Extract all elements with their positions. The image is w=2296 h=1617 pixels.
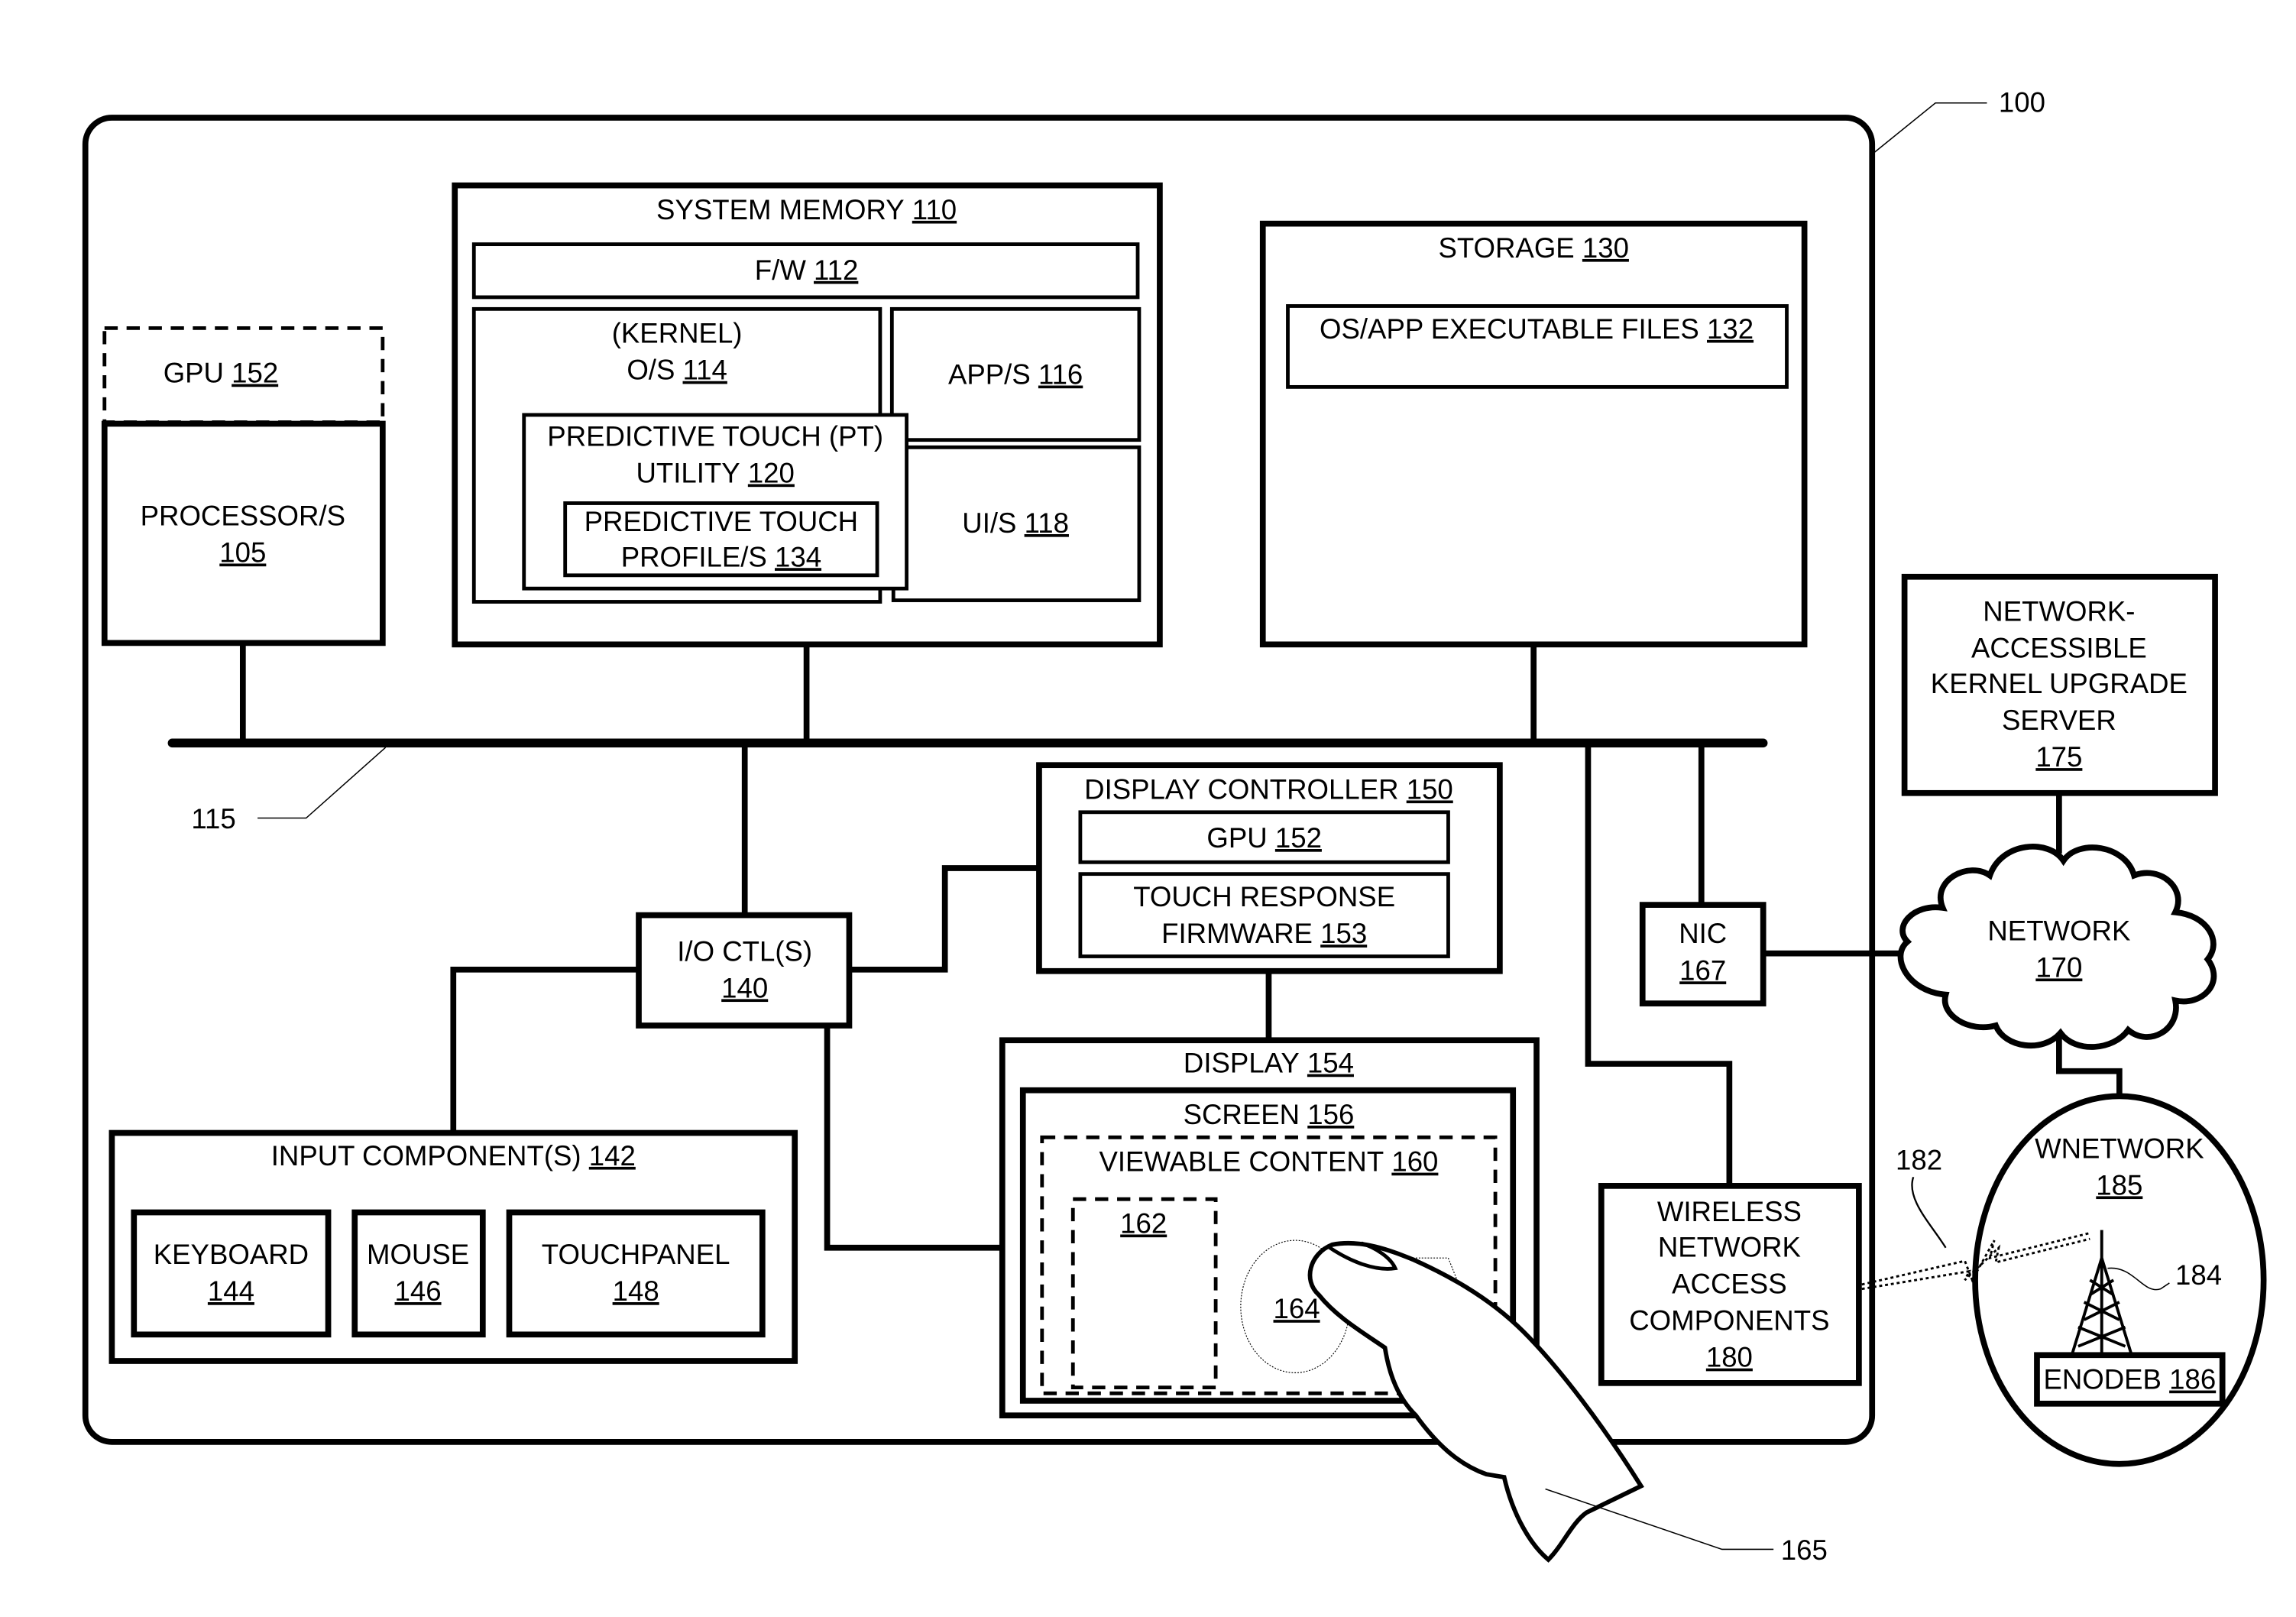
wireless-ref: 180 [1706, 1342, 1753, 1373]
wnetwork-label: WNETWORK [2035, 1133, 2204, 1164]
exec-files-label: OS/APP EXECUTABLE FILES 132 [1320, 313, 1754, 345]
server-line2: ACCESSIBLE [1971, 633, 2147, 664]
region-162-ref: 162 [1120, 1207, 1167, 1239]
network-cloud-icon [1897, 844, 2217, 1050]
bus-ref-label: 115 [191, 803, 235, 834]
apps-label: APP/S 116 [948, 359, 1083, 390]
server-line3: KERNEL UPGRADE [1931, 668, 2188, 699]
tower-ref-label: 184 [2175, 1259, 2222, 1291]
io-ctl-label: I/O CTL(S) [677, 935, 812, 967]
touchpanel-box [506, 1209, 766, 1338]
os-kernel-label: (KERNEL) [612, 318, 743, 349]
pt-profiles-line2: PROFILE/S 134 [621, 541, 821, 572]
os-label: O/S 114 [627, 355, 727, 386]
wireless-line4: COMPONENTS [1629, 1305, 1829, 1337]
server-line1: NETWORK- [1983, 596, 2135, 627]
touchpanel-ref: 148 [613, 1275, 659, 1307]
viewable-content-label: VIEWABLE CONTENT 160 [1099, 1146, 1438, 1178]
screen-label: SCREEN 156 [1184, 1099, 1355, 1130]
keyboard-label: KEYBOARD [154, 1239, 309, 1270]
gpu-top-label: GPU 152 [164, 358, 279, 389]
display-controller-label: DISPLAY CONTROLLER 150 [1084, 773, 1453, 805]
wireless-link-ref: 182 [1896, 1145, 1942, 1176]
pt-utility-line1: PREDICTIVE TOUCH (PT) [547, 420, 883, 452]
wireless-line1: WIRELESS [1657, 1196, 1802, 1227]
processor-label: PROCESSOR/S [141, 500, 345, 531]
nic-ref: 167 [1679, 954, 1726, 986]
mouse-box [351, 1209, 486, 1338]
firmware-label: F/W 112 [755, 254, 859, 286]
io-ctl-ref: 140 [721, 972, 768, 1003]
uis-label: UI/S 118 [962, 507, 1069, 539]
display-label: DISPLAY 154 [1184, 1048, 1354, 1079]
server-ref: 175 [2035, 741, 2082, 773]
server-line4: SERVER [2002, 705, 2116, 736]
network-label: NETWORK [1987, 915, 2130, 946]
pt-profiles-line1: PREDICTIVE TOUCH [585, 506, 858, 537]
wireless-line2: NETWORK [1658, 1231, 1801, 1262]
processor-box [101, 420, 386, 646]
device-ref-label: 100 [1999, 86, 2045, 118]
finger-ref-label: 165 [1781, 1534, 1828, 1566]
gpu-dc-label: GPU 152 [1206, 822, 1322, 854]
patent-figure-diagram: 100 115 GPU 152 PROCESSOR/S 105 SYSTEM M… [82, 86, 2267, 1566]
pt-utility-line2: UTILITY 120 [636, 458, 794, 489]
touchpanel-label: TOUCHPANEL [542, 1239, 730, 1270]
system-memory-label: SYSTEM MEMORY 110 [656, 194, 957, 225]
keyboard-box [131, 1209, 332, 1338]
mouse-label: MOUSE [367, 1239, 469, 1270]
processor-ref: 105 [219, 537, 266, 569]
input-components-label: INPUT COMPONENT(S) 142 [271, 1140, 636, 1171]
storage-label: STORAGE 130 [1438, 232, 1628, 264]
nic-label: NIC [1679, 918, 1727, 949]
device-leader-line [1873, 102, 1987, 154]
network-ref: 170 [2035, 951, 2082, 983]
wnetwork-ref: 185 [2096, 1169, 2142, 1201]
storage-box [1259, 220, 1808, 648]
region-164-ref: 164 [1274, 1293, 1320, 1324]
touch-fw-line1: TOUCH RESPONSE [1133, 881, 1395, 912]
wireless-link-leader [1911, 1176, 1947, 1249]
io-ctl-box [636, 912, 853, 1029]
wireless-line3: ACCESS [1672, 1268, 1786, 1299]
mouse-ref: 146 [395, 1275, 442, 1307]
touch-fw-line2: FIRMWARE 153 [1161, 918, 1367, 949]
keyboard-ref: 144 [208, 1275, 254, 1307]
enodeb-label: ENODEB 186 [2043, 1364, 2216, 1395]
